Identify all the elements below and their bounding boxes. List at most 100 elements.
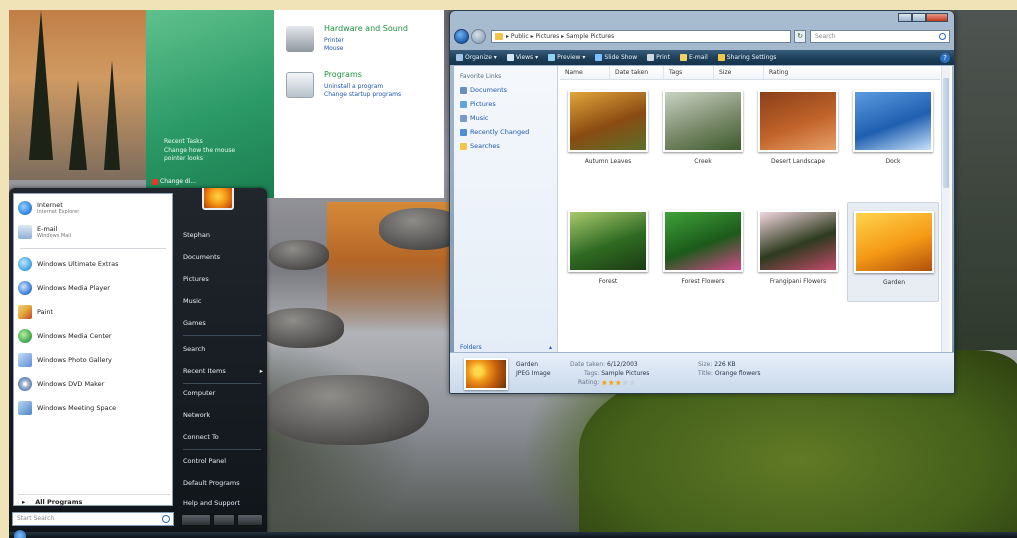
- start-program-item[interactable]: Paint: [18, 302, 170, 322]
- details-pane: Garden JPEG Image Date taken: 6/12/2003 …: [450, 352, 954, 393]
- all-programs-button[interactable]: ▸ All Programs: [18, 494, 170, 508]
- refresh-button[interactable]: ↻: [794, 30, 806, 43]
- taskbar: [9, 532, 1017, 538]
- email-button[interactable]: E-mail: [679, 54, 708, 61]
- start-right-item[interactable]: Stephan: [183, 226, 263, 244]
- right-item-label: Music: [183, 297, 202, 305]
- start-search-input[interactable]: Start Search: [12, 512, 174, 526]
- folders-toggle[interactable]: Folders ▴: [460, 344, 552, 351]
- start-program-item[interactable]: Windows Media Player: [18, 278, 170, 298]
- shutdown-options-button[interactable]: [237, 514, 263, 526]
- thumbnail-item[interactable]: Forest Flowers: [657, 202, 749, 302]
- start-pinned-email[interactable]: E-mail Windows Mail: [18, 222, 170, 242]
- slideshow-button[interactable]: Slide Show: [595, 54, 637, 61]
- favorite-link-searches[interactable]: Searches: [460, 142, 500, 150]
- star-icon[interactable]: [608, 379, 615, 386]
- thumbnail-image: [568, 90, 648, 152]
- thumbnail-item[interactable]: Frangipani Flowers: [752, 202, 844, 302]
- title-value[interactable]: Orange flowers: [715, 370, 761, 377]
- start-right-item[interactable]: Help and Support: [183, 494, 263, 512]
- start-pinned-internet[interactable]: Internet Internet Explorer: [18, 198, 170, 218]
- explorer-search-input[interactable]: Search: [810, 30, 950, 43]
- wallpaper-rock: [259, 308, 344, 348]
- thumbnail-item[interactable]: Desert Landscape: [752, 82, 844, 182]
- close-button[interactable]: [926, 13, 948, 22]
- start-right-item[interactable]: Control Panel: [183, 452, 263, 470]
- favorite-link-label: Recently Changed: [470, 128, 530, 136]
- column-header-tags[interactable]: Tags: [664, 66, 714, 79]
- pinned-sublabel: Internet Explorer: [37, 209, 80, 215]
- thumbnail-item[interactable]: Creek: [657, 82, 749, 182]
- rating-stars[interactable]: [601, 379, 636, 386]
- start-right-item[interactable]: Connect To: [183, 428, 263, 446]
- start-right-item[interactable]: Pictures: [183, 270, 263, 288]
- thumbnail-caption: Forest Flowers: [681, 278, 725, 285]
- start-right-item[interactable]: Recent Items ▸: [183, 362, 263, 380]
- start-program-item[interactable]: Windows Photo Gallery: [18, 350, 170, 370]
- start-right-item[interactable]: Music: [183, 292, 263, 310]
- start-program-item[interactable]: Windows DVD Maker: [18, 374, 170, 394]
- user-avatar[interactable]: [202, 188, 234, 210]
- details-date-field: Date taken: 6/12/2003: [570, 361, 638, 368]
- address-row: ▸ Public ▸ Pictures ▸ Sample Pictures ↻ …: [454, 29, 950, 45]
- address-bar[interactable]: ▸ Public ▸ Pictures ▸ Sample Pictures: [491, 30, 791, 43]
- star-icon[interactable]: [629, 379, 636, 386]
- cp-link-uninstall[interactable]: Uninstall a program: [324, 83, 383, 90]
- change-link[interactable]: Change di...: [152, 178, 196, 185]
- start-right-item[interactable]: Computer: [183, 384, 263, 402]
- start-right-item[interactable]: Network: [183, 406, 263, 424]
- start-button[interactable]: [14, 530, 26, 538]
- start-menu-right-pane: Stephan Documents Pictures Music Games S…: [177, 188, 265, 508]
- thumbnail-item[interactable]: Autumn Leaves: [562, 82, 654, 182]
- views-button[interactable]: Views ▾: [506, 54, 538, 61]
- lock-button[interactable]: [213, 514, 235, 526]
- start-right-item[interactable]: Documents: [183, 248, 263, 266]
- star-icon[interactable]: [622, 379, 629, 386]
- minimize-button[interactable]: [898, 13, 912, 22]
- start-program-item[interactable]: Windows Ultimate Extras: [18, 254, 170, 274]
- recent-task-link[interactable]: Change how the mouse: [164, 147, 235, 154]
- scrollbar-thumb[interactable]: [943, 78, 949, 188]
- date-label: Date taken:: [570, 361, 606, 368]
- favorite-link-documents[interactable]: Documents: [460, 86, 507, 94]
- print-button[interactable]: Print: [647, 54, 670, 61]
- start-right-item[interactable]: Games: [183, 314, 263, 332]
- star-icon[interactable]: [615, 379, 622, 386]
- column-header-size[interactable]: Size: [714, 66, 764, 79]
- favorite-link-pictures[interactable]: Pictures: [460, 100, 496, 108]
- favorite-link-music[interactable]: Music: [460, 114, 489, 122]
- start-program-item[interactable]: Windows Media Center: [18, 326, 170, 346]
- arrow-right-icon: ▸: [22, 497, 26, 506]
- start-right-item[interactable]: Default Programs: [183, 474, 263, 492]
- start-right-item[interactable]: Search: [183, 340, 263, 358]
- tags-value[interactable]: Sample Pictures: [601, 370, 649, 377]
- cp-link-mouse[interactable]: Mouse: [324, 45, 343, 52]
- thumbnail-item[interactable]: Dock: [847, 82, 939, 182]
- vertical-scrollbar[interactable]: [941, 66, 950, 352]
- star-icon[interactable]: [601, 379, 608, 386]
- cp-section-title[interactable]: Programs: [324, 70, 362, 79]
- thumbnail-item[interactable]: Forest: [562, 202, 654, 302]
- thumbnail-caption: Creek: [694, 158, 712, 165]
- recent-task-link[interactable]: pointer looks: [164, 155, 203, 162]
- column-header-rating[interactable]: Rating: [764, 66, 824, 79]
- favorite-link-recently-changed[interactable]: Recently Changed: [460, 128, 529, 136]
- cp-link-startup[interactable]: Change startup programs: [324, 91, 401, 98]
- explorer-window: ▸ Public ▸ Pictures ▸ Sample Pictures ↻ …: [449, 10, 955, 394]
- back-button[interactable]: [454, 29, 469, 44]
- maximize-button[interactable]: [912, 13, 926, 22]
- sleep-button[interactable]: [181, 514, 211, 526]
- thumbnail-caption: Autumn Leaves: [584, 158, 632, 165]
- help-icon[interactable]: ?: [940, 52, 950, 63]
- column-header-date-taken[interactable]: Date taken: [610, 66, 664, 79]
- column-header-name[interactable]: Name: [560, 66, 610, 79]
- start-program-item[interactable]: Windows Meeting Space: [18, 398, 170, 418]
- organize-button[interactable]: Organize ▾: [456, 54, 497, 61]
- cp-link-printer[interactable]: Printer: [324, 37, 344, 44]
- sharing-settings-button[interactable]: Sharing Settings: [717, 54, 776, 61]
- cp-section-title[interactable]: Hardware and Sound: [324, 24, 408, 33]
- forward-button[interactable]: [471, 29, 486, 44]
- preview-button[interactable]: Preview ▾: [548, 54, 585, 61]
- program-label: Paint: [37, 308, 54, 316]
- thumbnail-item[interactable]: Garden: [847, 202, 939, 302]
